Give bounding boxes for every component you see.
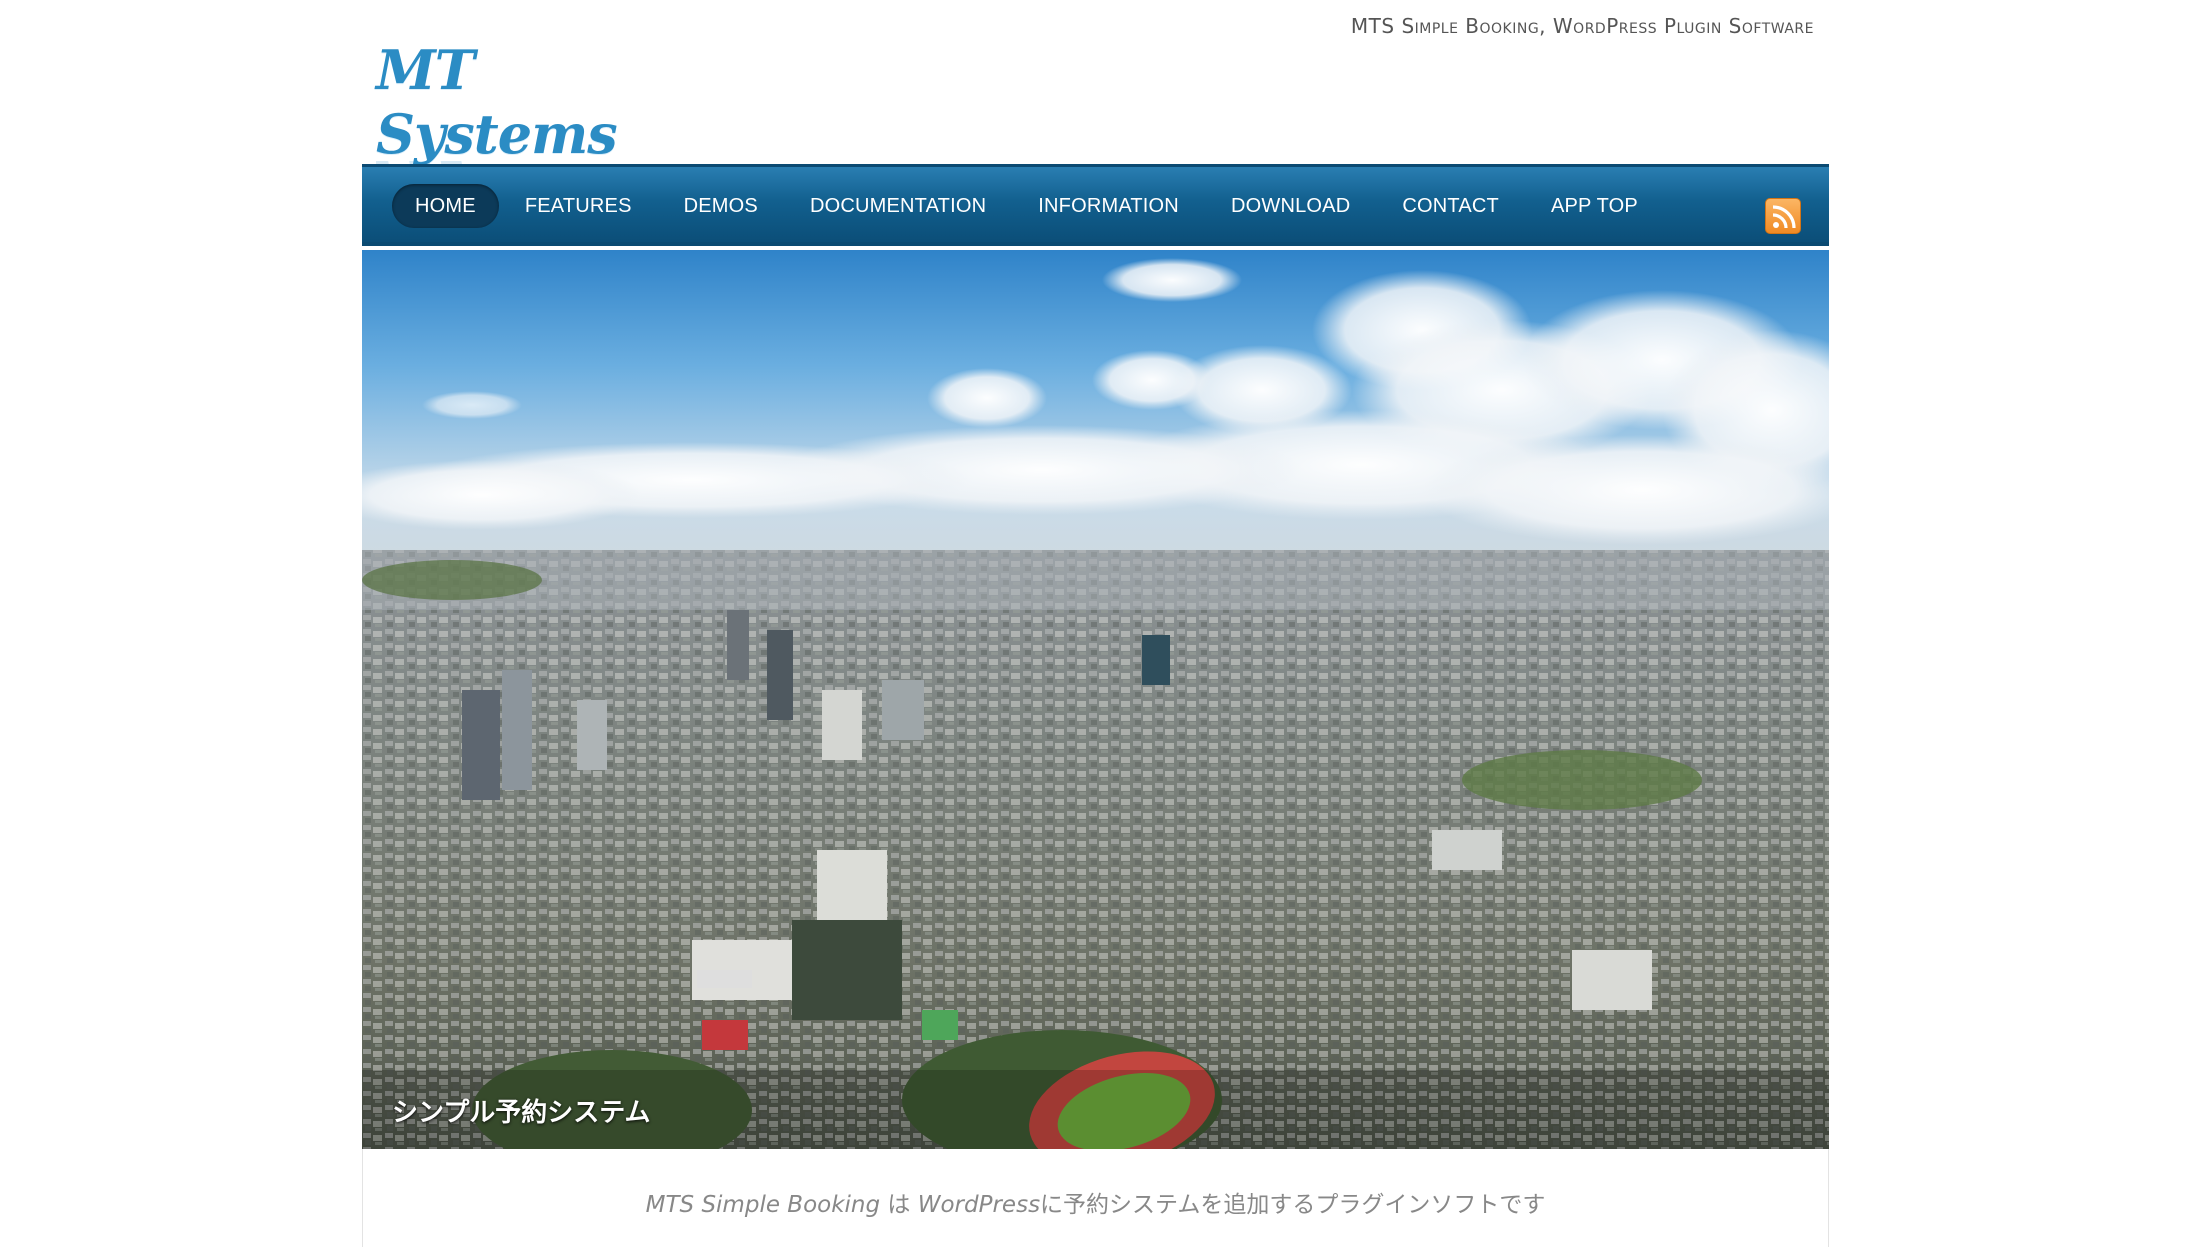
hero-image: シンプル予約システム <box>362 250 1829 1149</box>
nav-item-features[interactable]: FEATURES <box>499 184 658 228</box>
intro-particle: は <box>880 1192 918 1218</box>
nav-item-home[interactable]: HOME <box>392 184 499 228</box>
nav-item-information[interactable]: INFORMATION <box>1012 184 1205 228</box>
intro-wordpress: WordPress <box>917 1192 1041 1218</box>
nav-item-download[interactable]: DOWNLOAD <box>1205 184 1376 228</box>
city-skyline-image <box>362 250 1829 1149</box>
nav-menu: HOME FEATURES DEMOS DOCUMENTATION INFORM… <box>392 184 1664 228</box>
site-logo[interactable]: MT Systems MT Systems <box>376 38 676 202</box>
content-area: MTS Simple Booking は WordPressに予約システムを追加… <box>362 1149 1829 1247</box>
nav-item-app-top[interactable]: APP TOP <box>1525 184 1664 228</box>
hero-caption: シンプル予約システム <box>392 1098 651 1128</box>
site-tagline: MTS Simple Booking, WordPress Plugin Sof… <box>1350 14 1814 38</box>
rss-icon[interactable] <box>1765 198 1801 234</box>
main-navigation: HOME FEATURES DEMOS DOCUMENTATION INFORM… <box>362 164 1829 246</box>
logo-text: MT Systems <box>376 38 618 166</box>
nav-item-documentation[interactable]: DOCUMENTATION <box>784 184 1012 228</box>
page-wrapper: MTS Simple Booking, WordPress Plugin Sof… <box>362 0 1829 1247</box>
intro-description: に予約システムを追加するプラグインソフトです <box>1040 1192 1546 1218</box>
nav-item-contact[interactable]: CONTACT <box>1376 184 1525 228</box>
intro-text: MTS Simple Booking は WordPressに予約システムを追加… <box>363 1185 1828 1219</box>
nav-item-demos[interactable]: DEMOS <box>658 184 784 228</box>
intro-product-name: MTS Simple Booking <box>645 1192 881 1218</box>
